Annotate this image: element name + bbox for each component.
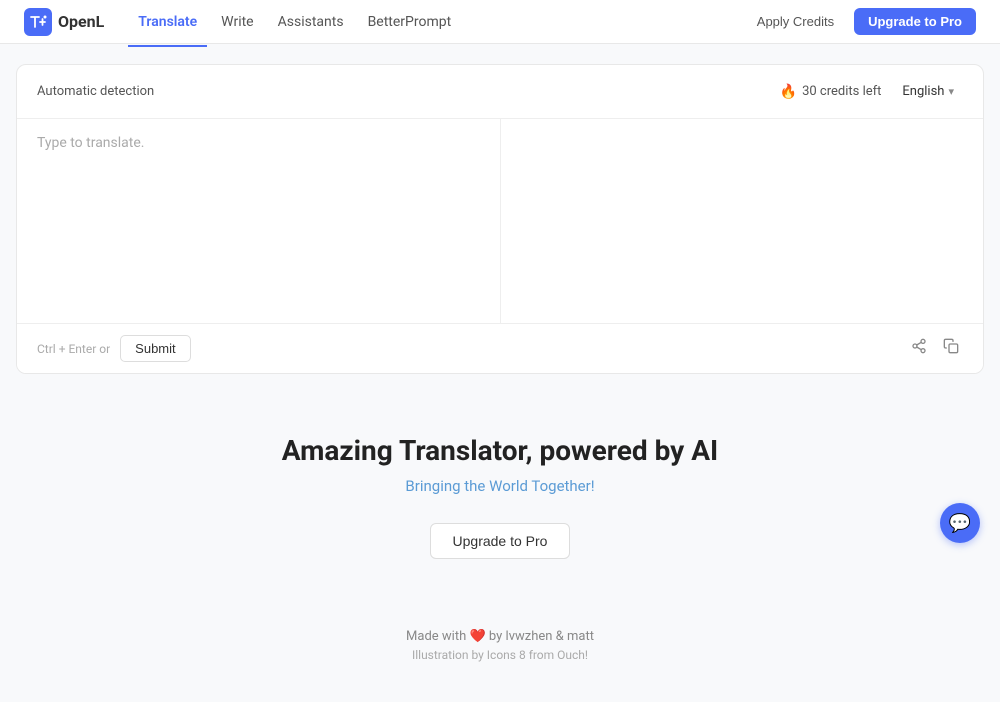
header-right: 🔥 30 credits left English ▾ — [780, 79, 963, 104]
target-language-label: English — [902, 84, 944, 99]
copy-icon — [943, 338, 959, 354]
chevron-down-icon: ▾ — [948, 85, 954, 98]
language-selector[interactable]: English ▾ — [893, 79, 963, 104]
page-footer: Made with ❤️ by lvwzhen & matt Illustrat… — [16, 599, 984, 682]
share-icon — [911, 338, 927, 354]
logo-text: OpenL — [58, 12, 104, 31]
chat-icon: 💬 — [949, 513, 971, 534]
nav-link-betterprompt[interactable]: BetterPrompt — [358, 8, 462, 36]
logo-icon — [24, 8, 52, 36]
footer-right — [907, 334, 963, 363]
nav-actions: Apply Credits Upgrade to Pro — [749, 8, 976, 35]
heart-icon: ❤️ — [470, 629, 489, 644]
promo-upgrade-button[interactable]: Upgrade to Pro — [430, 523, 571, 559]
footer-illustration-text: Illustration by Icons 8 from Ouch! — [36, 648, 964, 662]
shortcut-hint: Ctrl + Enter or — [37, 342, 110, 356]
credits-badge: 🔥 30 credits left — [780, 84, 882, 100]
target-pane — [501, 119, 984, 323]
promo-title: Amazing Translator, powered by AI — [36, 434, 964, 467]
nav-links: Translate Write Assistants BetterPrompt — [128, 8, 748, 36]
logo[interactable]: OpenL — [24, 8, 104, 36]
fire-icon: 🔥 — [780, 84, 797, 100]
credits-text: 30 credits left — [802, 84, 881, 99]
nav-link-translate[interactable]: Translate — [128, 8, 207, 36]
translator-card: Automatic detection 🔥 30 credits left En… — [16, 64, 984, 374]
submit-button[interactable]: Submit — [120, 335, 190, 362]
translator-header: Automatic detection 🔥 30 credits left En… — [17, 65, 983, 119]
translator-body — [17, 119, 983, 323]
navbar: OpenL Translate Write Assistants BetterP… — [0, 0, 1000, 44]
nav-link-write[interactable]: Write — [211, 8, 263, 36]
copy-button[interactable] — [939, 334, 963, 363]
footer-made-line: Made with ❤️ by lvwzhen & matt — [36, 629, 964, 644]
upgrade-to-pro-button[interactable]: Upgrade to Pro — [854, 8, 976, 35]
translator-footer: Ctrl + Enter or Submit — [17, 323, 983, 373]
nav-link-assistants[interactable]: Assistants — [268, 8, 354, 36]
apply-credits-button[interactable]: Apply Credits — [749, 10, 842, 33]
source-pane — [17, 119, 501, 323]
chat-bubble-button[interactable]: 💬 — [940, 503, 980, 543]
footer-made-text: Made with — [406, 629, 466, 644]
auto-detection-label: Automatic detection — [37, 84, 154, 99]
promo-section: Amazing Translator, powered by AI Bringi… — [16, 374, 984, 599]
footer-by-text: by lvwzhen & matt — [489, 629, 594, 644]
main-content: Automatic detection 🔥 30 credits left En… — [0, 44, 1000, 702]
promo-subtitle: Bringing the World Together! — [36, 477, 964, 495]
source-textarea[interactable] — [17, 119, 500, 319]
share-button[interactable] — [907, 334, 931, 363]
footer-left: Ctrl + Enter or Submit — [37, 335, 191, 362]
